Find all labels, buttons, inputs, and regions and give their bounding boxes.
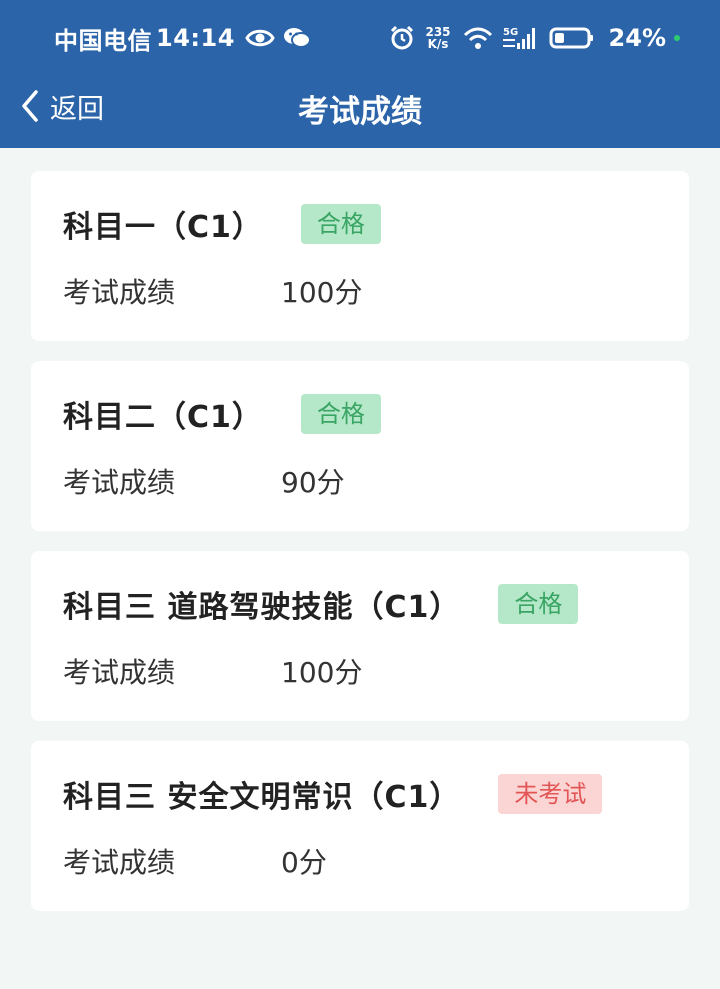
- wifi-icon: [463, 26, 493, 50]
- status-badge: 合格: [300, 394, 381, 434]
- score-row: 考试成绩 90分: [63, 461, 345, 501]
- card-header: 科目一（C1） 合格: [63, 203, 381, 245]
- score-value: 90分: [281, 466, 345, 499]
- card-header: 科目三 安全文明常识（C1） 未考试: [63, 773, 603, 815]
- exam-title: 科目三 安全文明常识（C1）: [63, 780, 461, 815]
- score-value: 0分: [281, 846, 327, 879]
- nav-bar: 返回 考试成绩: [0, 76, 720, 136]
- exam-card-subject-3-driving[interactable]: 科目三 道路驾驶技能（C1） 合格 考试成绩 100分: [31, 551, 689, 721]
- exam-card-subject-2[interactable]: 科目二（C1） 合格 考试成绩 90分: [31, 361, 689, 531]
- score-label: 考试成绩: [63, 466, 176, 499]
- battery-icon: [549, 26, 595, 50]
- exam-card-subject-3-safety[interactable]: 科目三 安全文明常识（C1） 未考试 考试成绩 0分: [31, 741, 689, 911]
- score-value: 100分: [281, 276, 363, 309]
- signal-icon: 5G: [502, 25, 539, 51]
- status-badge: 未考试: [498, 774, 603, 814]
- score-row: 考试成绩 0分: [63, 841, 327, 881]
- clock: 14:14: [156, 24, 235, 52]
- status-bar-left: 中国电信 14:14: [54, 20, 319, 56]
- network-speed-unit: K/s: [427, 37, 449, 51]
- score-value: 100分: [281, 656, 363, 689]
- status-badge: 合格: [498, 584, 579, 624]
- score-label: 考试成绩: [63, 656, 176, 689]
- page-title: 考试成绩: [298, 94, 422, 130]
- status-bar: 中国电信 14:14 235 K/s 5G 24%: [0, 0, 720, 76]
- exam-card-subject-1[interactable]: 科目一（C1） 合格 考试成绩 100分: [31, 171, 689, 341]
- network-speed: 235 K/s: [425, 26, 450, 50]
- score-row: 考试成绩 100分: [63, 651, 362, 691]
- carrier-label: 中国电信: [54, 26, 152, 55]
- score-label: 考试成绩: [63, 846, 176, 879]
- header: 中国电信 14:14 235 K/s 5G 24% 返回 考试成绩: [0, 0, 720, 148]
- exam-title: 科目一（C1）: [63, 210, 263, 245]
- privacy-indicator-dot: [674, 35, 680, 41]
- eye-icon: [245, 27, 275, 49]
- score-row: 考试成绩 100分: [63, 271, 362, 311]
- status-bar-right: 235 K/s 5G 24%: [389, 20, 680, 56]
- exam-title: 科目三 道路驾驶技能（C1）: [63, 590, 461, 625]
- wechat-icon: [283, 26, 311, 50]
- alarm-icon: [389, 25, 415, 51]
- card-header: 科目二（C1） 合格: [63, 393, 381, 435]
- status-badge: 合格: [300, 204, 381, 244]
- score-list: 科目一（C1） 合格 考试成绩 100分 科目二（C1） 合格 考试成绩 90分…: [31, 171, 689, 931]
- card-header: 科目三 道路驾驶技能（C1） 合格: [63, 583, 579, 625]
- exam-title: 科目二（C1）: [63, 400, 263, 435]
- signal-label: 5G: [503, 27, 518, 38]
- battery-percentage: 24%: [608, 24, 666, 52]
- score-label: 考试成绩: [63, 276, 176, 309]
